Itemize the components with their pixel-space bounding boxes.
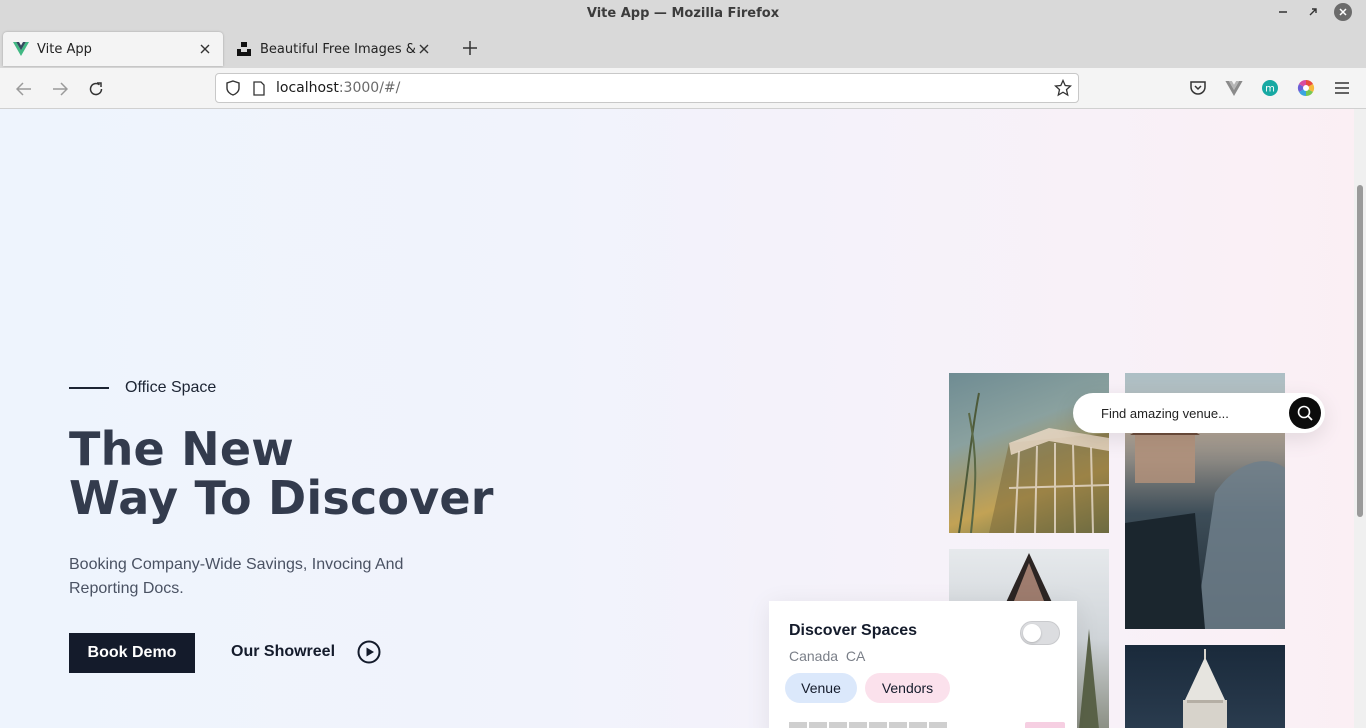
- lighthouse-image: [1125, 645, 1285, 728]
- tab-close-button[interactable]: [416, 41, 432, 57]
- hamburger-menu-icon[interactable]: [1332, 78, 1352, 98]
- hero-eyebrow: Office Space: [69, 379, 216, 397]
- hero-subtitle: Booking Company-Wide Savings, Invocing A…: [69, 556, 404, 597]
- reload-icon: [89, 82, 103, 96]
- address-bar[interactable]: localhost:3000/#/: [215, 73, 1079, 103]
- tab-label: Beautiful Free Images & Pictures: [260, 41, 416, 57]
- discover-toggle[interactable]: [1020, 621, 1060, 645]
- restore-button[interactable]: [1304, 3, 1322, 21]
- url-path: :3000/#/: [338, 80, 401, 96]
- close-icon: [200, 44, 210, 54]
- new-tab-button[interactable]: [458, 36, 482, 60]
- bookmark-star-icon[interactable]: [1053, 78, 1073, 101]
- venue-search-input[interactable]: [1101, 405, 1281, 421]
- window-controls: [1274, 3, 1352, 21]
- vendors-chip[interactable]: Vendors: [865, 673, 950, 703]
- showreel-link[interactable]: Our Showreel: [231, 640, 381, 664]
- venue-chip[interactable]: Venue: [785, 673, 857, 703]
- minimize-button[interactable]: [1274, 3, 1292, 21]
- thumbnail[interactable]: [869, 722, 887, 728]
- toggle-knob: [1023, 624, 1041, 642]
- extension-m-icon[interactable]: m: [1260, 78, 1280, 98]
- back-button[interactable]: [11, 76, 37, 102]
- scrollbar-thumb[interactable]: [1357, 185, 1363, 517]
- search-button[interactable]: [1289, 397, 1321, 429]
- vue-devtools-icon[interactable]: [1224, 78, 1244, 98]
- discover-location: Canada CA: [789, 648, 866, 664]
- eyebrow-text: Office Space: [125, 379, 217, 396]
- reload-button[interactable]: [83, 76, 109, 102]
- window-title: Vite App — Mozilla Firefox: [586, 5, 780, 21]
- pocket-icon[interactable]: [1188, 78, 1208, 98]
- minimize-icon: [1279, 11, 1287, 13]
- eyebrow-line: [69, 387, 109, 389]
- search-icon: [1297, 405, 1313, 421]
- page-viewport: Office Space The New Way To Discover Boo…: [0, 109, 1366, 728]
- arrow-left-icon: [16, 82, 31, 96]
- showreel-label: Our Showreel: [231, 643, 336, 660]
- plus-icon: [463, 41, 477, 55]
- shield-icon[interactable]: [224, 79, 242, 97]
- discover-title: Discover Spaces: [789, 622, 918, 639]
- play-icon[interactable]: [357, 640, 381, 664]
- thumbnail[interactable]: [789, 722, 807, 728]
- book-demo-button[interactable]: Book Demo: [69, 633, 195, 673]
- thumbnail[interactable]: [829, 722, 847, 728]
- arrow-right-icon: [53, 82, 68, 96]
- discover-spaces-card: Discover Spaces Canada CA Venue Vendors: [769, 601, 1077, 728]
- forward-button[interactable]: [47, 76, 73, 102]
- navigation-toolbar: localhost:3000/#/ m: [0, 68, 1366, 109]
- restore-icon: [1309, 8, 1317, 16]
- hero-title: The New Way To Discover: [69, 425, 494, 523]
- tab-vite-app[interactable]: Vite App: [3, 32, 223, 66]
- thumbnail[interactable]: [809, 722, 827, 728]
- thumbnail[interactable]: [929, 722, 947, 728]
- color-picker-icon[interactable]: [1296, 78, 1316, 98]
- thumbnail-row: [789, 722, 947, 728]
- vue-logo-icon: [13, 42, 29, 56]
- window-close-button[interactable]: [1334, 3, 1352, 21]
- tab-close-button[interactable]: [197, 41, 213, 57]
- tab-bar: Vite App Beautiful Free Images & Picture…: [0, 26, 1366, 68]
- unsplash-logo-icon: [237, 42, 251, 56]
- tab-unsplash[interactable]: Beautiful Free Images & Pictures: [226, 32, 442, 66]
- window-titlebar: Vite App — Mozilla Firefox: [0, 0, 1366, 26]
- thumbnail[interactable]: [889, 722, 907, 728]
- pink-action-tile[interactable]: [1025, 722, 1065, 728]
- hero-title-line-2: Way To Discover: [69, 471, 494, 525]
- page-icon[interactable]: [250, 79, 268, 97]
- thumbnail[interactable]: [909, 722, 927, 728]
- page-scrollbar[interactable]: [1354, 109, 1366, 728]
- close-icon: [1339, 8, 1347, 16]
- url-host: localhost: [276, 80, 339, 96]
- venue-search-bar: [1073, 393, 1325, 433]
- hero-title-line-1: The New: [69, 422, 294, 476]
- svg-text:m: m: [1265, 84, 1275, 95]
- tab-label: Vite App: [37, 41, 92, 57]
- close-icon: [419, 44, 429, 54]
- thumbnail[interactable]: [849, 722, 867, 728]
